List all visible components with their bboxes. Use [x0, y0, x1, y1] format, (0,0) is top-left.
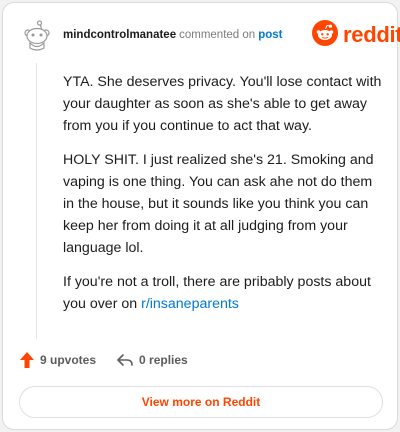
commented-on-text: commented on	[179, 29, 256, 41]
upvote-arrow-icon	[19, 351, 35, 369]
comment-header: mindcontrolmanatee commented on post reddi…	[3, 3, 400, 67]
reply-count: 0 replies	[139, 353, 188, 367]
comment-paragraph: HOLY SHIT. I just realized she's 21. Smo…	[63, 152, 374, 256]
replies-button[interactable]: 0 replies	[116, 352, 188, 368]
embedded-comment-card: mindcontrolmanatee commented on post reddi…	[2, 2, 400, 430]
reply-arrow-icon	[116, 352, 134, 368]
comment-meta: mindcontrolmanatee commented on post	[63, 28, 282, 42]
comment-paragraph: YTA. She deserves privacy. You'll lose c…	[63, 74, 382, 134]
snoo-avatar-icon[interactable]	[20, 18, 54, 52]
comment-actions: 9 upvotes 0 replies	[19, 349, 188, 371]
reddit-brand[interactable]: reddit	[312, 19, 400, 51]
view-more-button[interactable]: View more on Reddit	[19, 386, 383, 418]
comment-paragraph-with-link: If you're not a troll, there are pribabl…	[63, 271, 383, 315]
reddit-logo-icon	[312, 19, 338, 51]
subreddit-link[interactable]: r/insaneparents	[141, 296, 239, 312]
username-link[interactable]: mindcontrolmanatee	[63, 29, 176, 41]
upvote-button[interactable]: 9 upvotes	[19, 351, 96, 369]
upvote-count: 9 upvotes	[40, 353, 97, 367]
post-link[interactable]: post	[258, 29, 282, 41]
thread-line	[36, 63, 37, 339]
comment-body: YTA. She deserves privacy. You'll lose c…	[63, 71, 383, 327]
reddit-wordmark: reddit	[343, 22, 400, 47]
